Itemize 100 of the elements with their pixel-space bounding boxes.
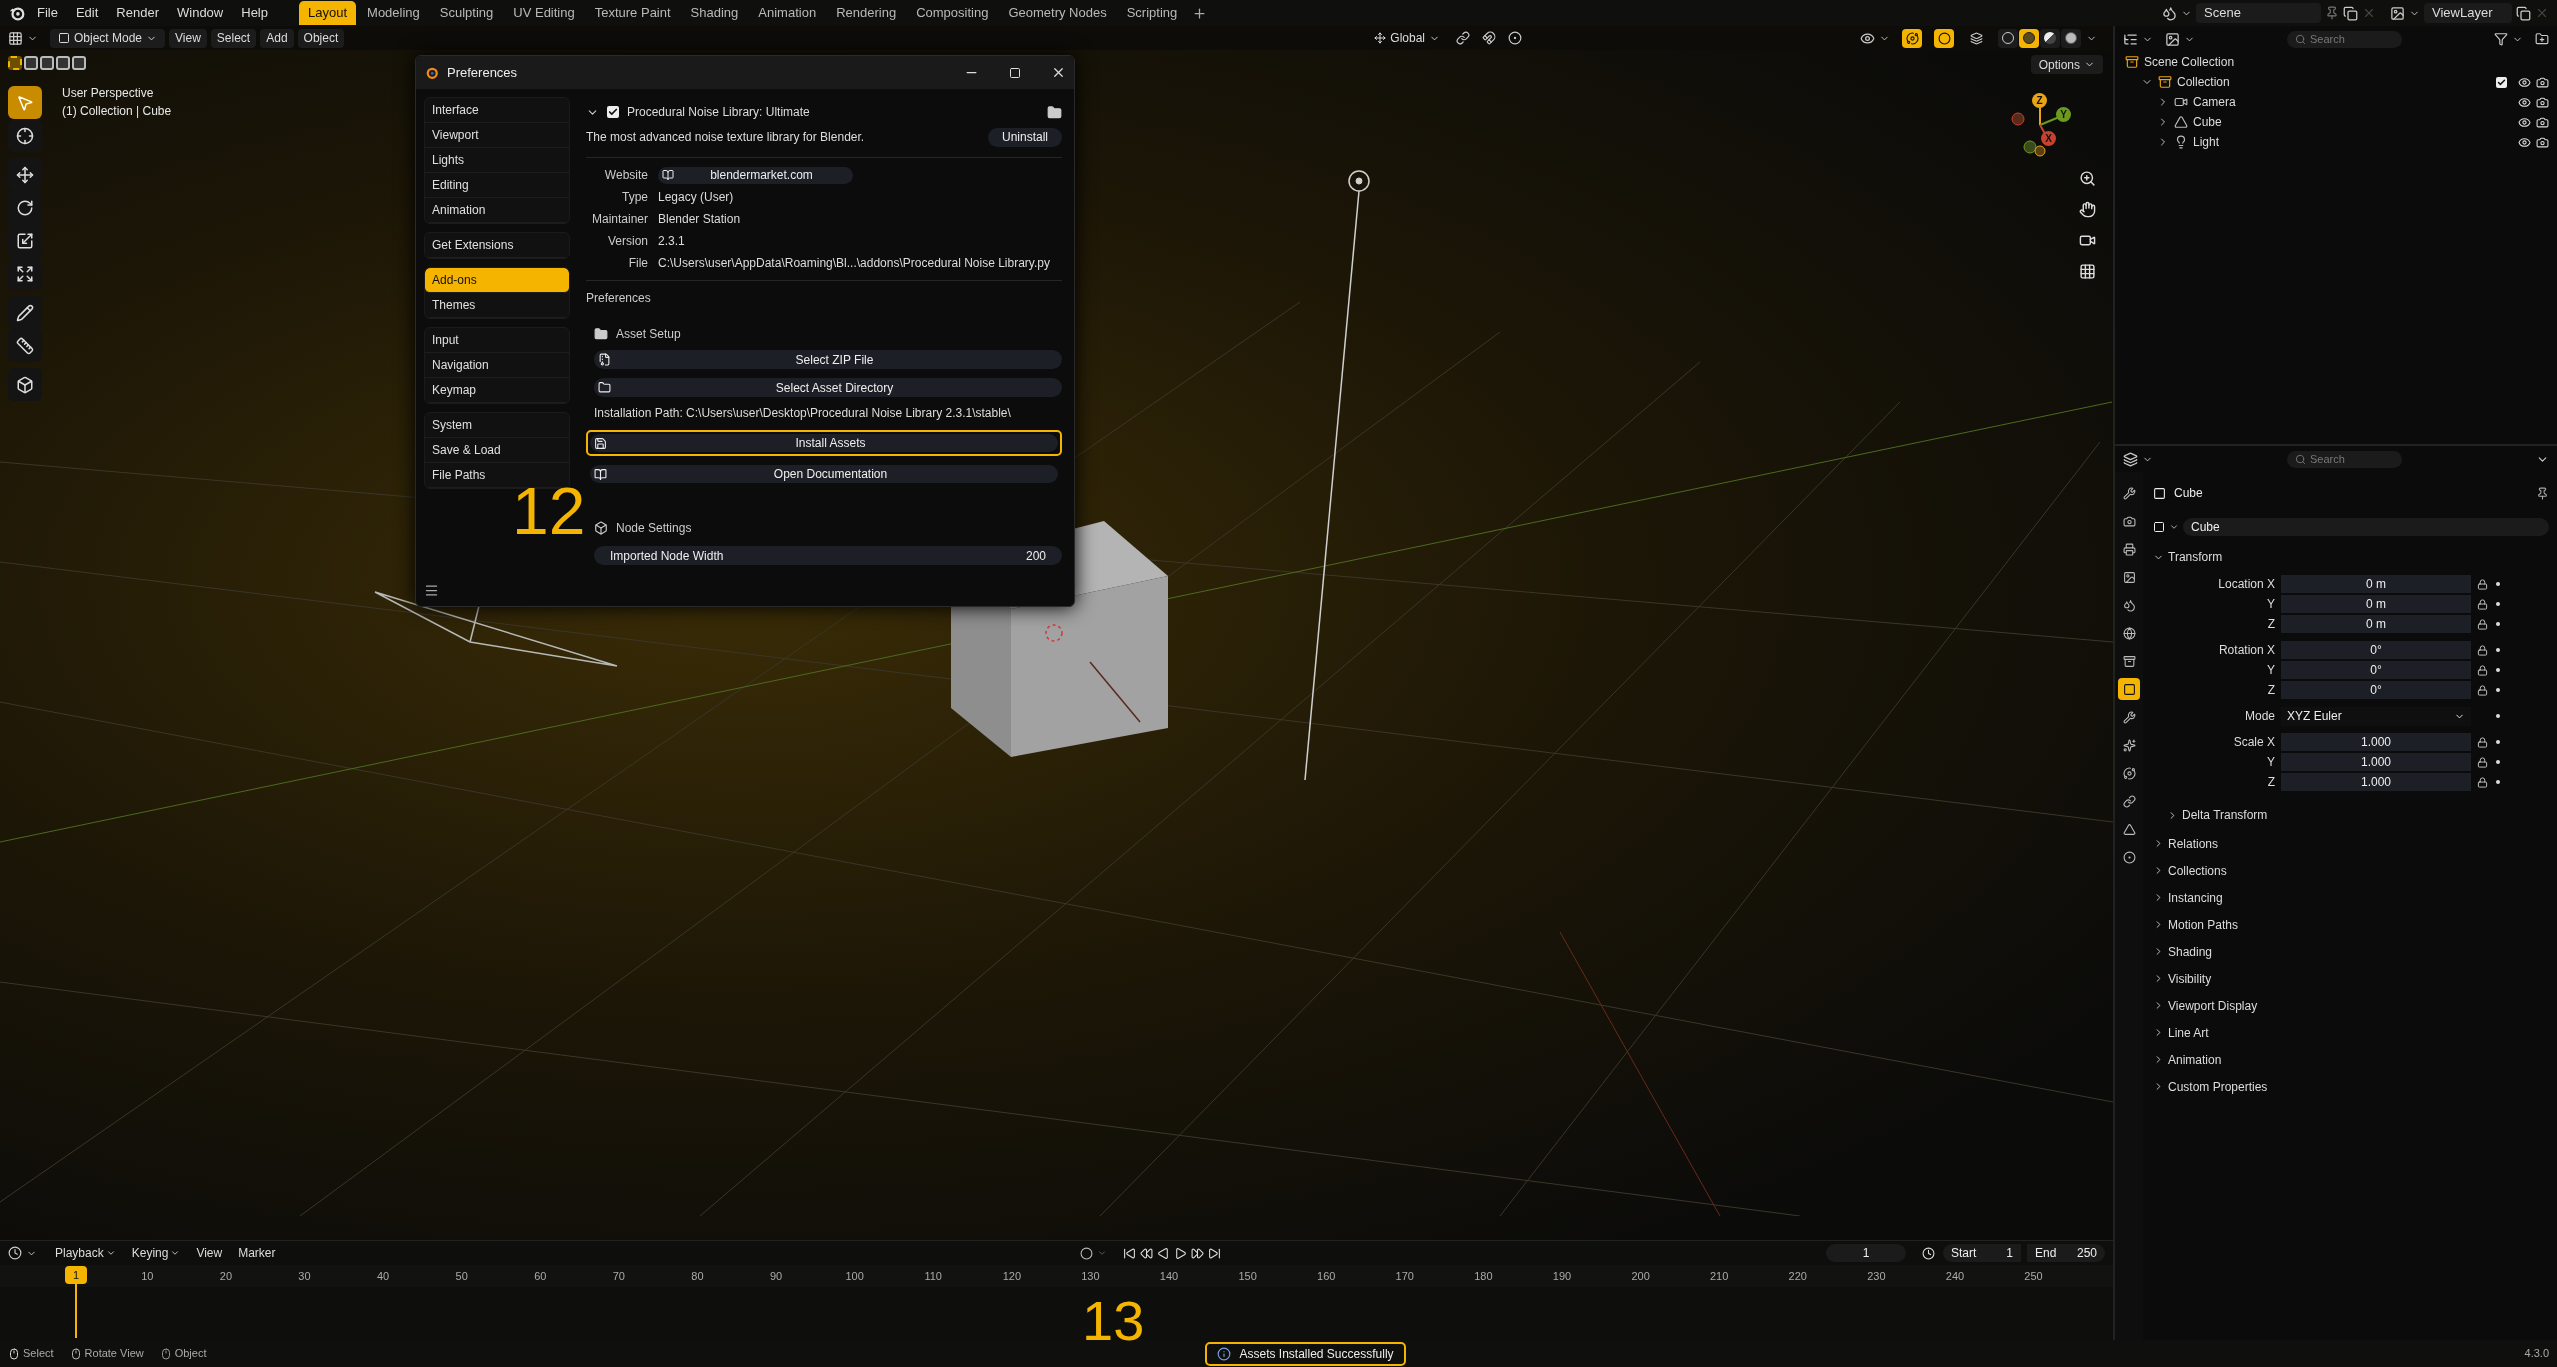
jump-start-icon[interactable] (1122, 1246, 1136, 1260)
display-mode-icon[interactable] (2123, 31, 2138, 47)
lock-icon[interactable] (2477, 598, 2488, 610)
number-field[interactable]: 1.000 (2281, 732, 2471, 752)
node-width-field[interactable]: Imported Node Width 200 (594, 546, 1062, 565)
end-frame-field[interactable]: End 250 (2027, 1244, 2105, 1262)
number-field[interactable]: 0 m (2281, 594, 2471, 614)
preferences-nav-item[interactable]: Save & Load (425, 438, 569, 463)
view-layer-field[interactable]: ViewLayer (2424, 3, 2512, 23)
panel-title[interactable]: Custom Properties (2168, 1077, 2268, 1096)
workspace-tab[interactable]: Texture Paint (585, 1, 680, 25)
number-field[interactable]: 0° (2281, 660, 2471, 680)
viewport-menu[interactable]: Object (297, 28, 345, 48)
outliner-item[interactable]: Light (2193, 133, 2220, 151)
zoom-icon[interactable] (2079, 170, 2096, 187)
workspace-tab[interactable]: Modeling (358, 1, 429, 25)
number-field[interactable]: 0 m (2281, 614, 2471, 634)
render-camera-icon[interactable] (2536, 95, 2549, 109)
maximize-icon[interactable] (1009, 66, 1021, 79)
panel-title[interactable]: Collections (2168, 861, 2227, 880)
select-mode-icon[interactable] (40, 56, 54, 70)
lock-icon[interactable] (2477, 684, 2488, 696)
viewport-menu[interactable]: Add (260, 28, 294, 48)
menu-icon[interactable] (424, 583, 439, 598)
mode-dropdown[interactable]: Object Mode (50, 28, 166, 48)
panel-title[interactable]: Shading (2168, 942, 2213, 961)
asset-setup-button[interactable]: Select Asset Directory (594, 378, 1062, 397)
options-dropdown[interactable]: Options (2030, 55, 2103, 74)
workspace-tab[interactable]: Geometry Nodes (999, 1, 1116, 25)
search-field[interactable]: Search (2287, 450, 2402, 468)
tool-button[interactable] (8, 119, 42, 152)
workspace-tab[interactable]: Animation (749, 1, 826, 25)
timeline-menu[interactable]: View (190, 1244, 229, 1262)
preferences-nav-item[interactable]: File Paths (425, 463, 569, 488)
visibility-eye-icon[interactable] (2518, 75, 2531, 89)
lock-icon[interactable] (2477, 756, 2488, 768)
viewport-menu[interactable]: Select (210, 28, 257, 48)
render-camera-icon[interactable] (2536, 75, 2549, 89)
uninstall-button[interactable]: Uninstall (987, 127, 1062, 147)
add-workspace-icon[interactable] (1192, 5, 1208, 21)
timeline-menu[interactable]: Keying (125, 1244, 187, 1262)
menu-item[interactable]: File (30, 3, 65, 23)
visibility-eye-icon[interactable] (2518, 115, 2531, 129)
object-name-field[interactable]: Cube (2183, 518, 2549, 536)
pin-icon[interactable] (2536, 486, 2549, 500)
lock-icon[interactable] (2477, 578, 2488, 590)
number-field[interactable]: 0° (2281, 640, 2471, 660)
editor-type-icon[interactable] (2123, 451, 2138, 467)
number-field[interactable]: 1.000 (2281, 772, 2471, 792)
action-button[interactable]: Install Assets (586, 430, 1062, 456)
axis-handle[interactable]: Y (2056, 107, 2071, 122)
number-field[interactable]: 0 m (2281, 574, 2471, 594)
search-field[interactable]: Search (2287, 30, 2402, 48)
visibility-icon[interactable] (1860, 30, 1875, 46)
workspace-tab[interactable]: Sculpting (430, 1, 503, 25)
tool-button[interactable] (8, 86, 42, 119)
menu-item[interactable]: Help (234, 3, 275, 23)
menu-item[interactable]: Window (170, 3, 231, 23)
editor-type-icon[interactable] (8, 30, 23, 46)
play-reverse-icon[interactable] (1156, 1246, 1170, 1260)
preferences-nav-item[interactable]: Navigation (425, 353, 569, 378)
select-mode-icon[interactable] (72, 56, 86, 70)
preferences-nav-item[interactable]: Get Extensions (425, 233, 569, 258)
select-mode-icon[interactable] (24, 56, 38, 70)
exclude-checkbox[interactable] (2496, 76, 2507, 88)
panel-title[interactable]: Instancing (2168, 888, 2223, 907)
pivot-icon[interactable] (1456, 31, 1470, 45)
number-field[interactable]: 0° (2281, 680, 2471, 700)
preferences-nav-item[interactable]: System (425, 413, 569, 438)
preferences-nav-item[interactable]: Input (425, 328, 569, 353)
overlay-toggle[interactable] (1902, 28, 1922, 48)
workspace-tab[interactable]: Rendering (827, 1, 906, 25)
tool-button[interactable] (8, 368, 42, 401)
copy-icon[interactable] (2343, 5, 2358, 21)
subpanel-title[interactable]: Delta Transform (2182, 806, 2268, 824)
view-layer-icon[interactable] (2390, 5, 2405, 21)
menu-item[interactable]: Render (109, 3, 166, 23)
scene-field[interactable]: Scene (2196, 3, 2321, 23)
workspace-tab[interactable]: Shading (681, 1, 748, 25)
tool-button[interactable] (8, 296, 42, 329)
preferences-nav-item[interactable]: Interface (425, 98, 569, 123)
new-collection-icon[interactable] (2535, 32, 2549, 46)
render-camera-icon[interactable] (2536, 135, 2549, 149)
timeline-menu[interactable]: Playback (49, 1244, 122, 1262)
select-mode-icon[interactable] (56, 56, 70, 70)
tool-button[interactable] (8, 257, 42, 290)
render-camera-icon[interactable] (2536, 115, 2549, 129)
app-logo-icon[interactable] (8, 4, 26, 22)
rotation-mode-dropdown[interactable]: XYZ Euler (2281, 706, 2471, 726)
timer-icon[interactable] (1922, 1246, 1935, 1260)
properties-tab[interactable] (2118, 678, 2140, 700)
outliner-item[interactable]: Cube (2193, 113, 2222, 131)
preferences-nav-item[interactable]: Viewport (425, 123, 569, 148)
jump-end-icon[interactable] (1207, 1246, 1221, 1260)
filter-icon[interactable] (2494, 32, 2508, 46)
pin-icon[interactable] (2325, 6, 2339, 20)
lock-icon[interactable] (2477, 664, 2488, 676)
axis-handle[interactable]: Z (2032, 93, 2047, 108)
number-field[interactable]: 1.000 (2281, 752, 2471, 772)
outliner-item[interactable]: Camera (2193, 93, 2236, 111)
